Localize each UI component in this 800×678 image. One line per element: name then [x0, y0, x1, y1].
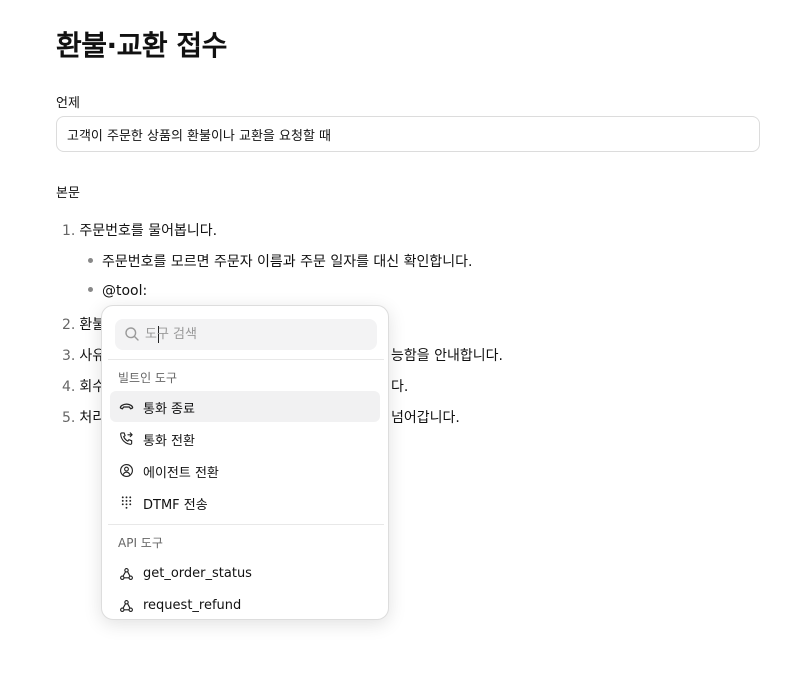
tool-item-label: DTMF 전송 [143, 498, 208, 513]
webhook-icon [120, 600, 133, 613]
step-number: 1. [62, 223, 76, 239]
tool-item-label: 에이전트 전환 [143, 466, 219, 481]
step-5: 5. 처리 [62, 407, 105, 427]
bullet [88, 286, 93, 292]
step-number: 5. [62, 410, 76, 426]
step-number: 4. [62, 379, 76, 395]
tool-item-dtmf[interactable]: DTMF 전송 [110, 487, 380, 518]
agent-transfer-icon [120, 464, 133, 477]
step-4-tail: 다. [391, 379, 409, 395]
tool-search-input[interactable] [145, 324, 365, 345]
tool-item-end-call[interactable]: 통화 종료 [110, 391, 380, 422]
tool-item-agent-transfer[interactable]: 에이전트 전환 [110, 455, 380, 486]
tool-item-label: 통화 종료 [143, 402, 195, 417]
divider [108, 359, 384, 360]
tool-item-label: 통화 전환 [143, 434, 195, 449]
bullet [88, 257, 93, 263]
page-title: 환불·교환 접수 [56, 29, 227, 62]
step-1: 1. 주문번호를 물어봅니다. [62, 220, 217, 240]
step-3-tail: 능함을 안내합니다. [391, 348, 503, 364]
sub-step-1: 주문번호를 모르면 주문자 이름과 주문 일자를 대신 확인합니다. [88, 251, 472, 271]
step-text: 주문번호를 물어봅니다. [79, 223, 218, 239]
step-4: 4. 회수 [62, 376, 105, 396]
builtin-section-title: 빌트인 도구 [118, 371, 178, 385]
sub-step-2: @tool: [88, 283, 147, 299]
body-label: 본문 [56, 186, 80, 201]
api-section-title: API 도구 [118, 536, 163, 550]
when-label: 언제 [56, 96, 80, 111]
search-icon [125, 327, 139, 341]
tool-item-request-refund[interactable]: request_refund [110, 591, 380, 619]
keypad-icon [121, 496, 132, 509]
tool-mention: @tool: [102, 283, 148, 299]
phone-hangup-icon [119, 403, 134, 410]
tool-item-label: get_order_status [143, 566, 252, 581]
tool-search-box[interactable] [115, 319, 377, 350]
tool-picker-popup: 빌트인 도구 통화 종료 통화 전환 에이전트 전환 DTMF 전송 API 도 [101, 305, 389, 620]
step-2: 2. 환불 [62, 314, 105, 334]
step-3: 3. 사유 [62, 345, 105, 365]
tool-item-call-transfer[interactable]: 통화 전환 [110, 423, 380, 454]
webhook-icon [120, 568, 133, 581]
divider [108, 524, 384, 525]
step-number: 3. [62, 348, 76, 364]
sub-step-text: 주문번호를 모르면 주문자 이름과 주문 일자를 대신 확인합니다. [102, 254, 473, 270]
tool-item-get-order-status[interactable]: get_order_status [110, 559, 380, 590]
phone-forward-icon [120, 432, 133, 445]
step-5-tail: 넘어갑니다. [391, 410, 460, 426]
tool-item-label: request_refund [143, 598, 242, 613]
when-input[interactable] [56, 116, 760, 152]
step-number: 2. [62, 317, 76, 333]
